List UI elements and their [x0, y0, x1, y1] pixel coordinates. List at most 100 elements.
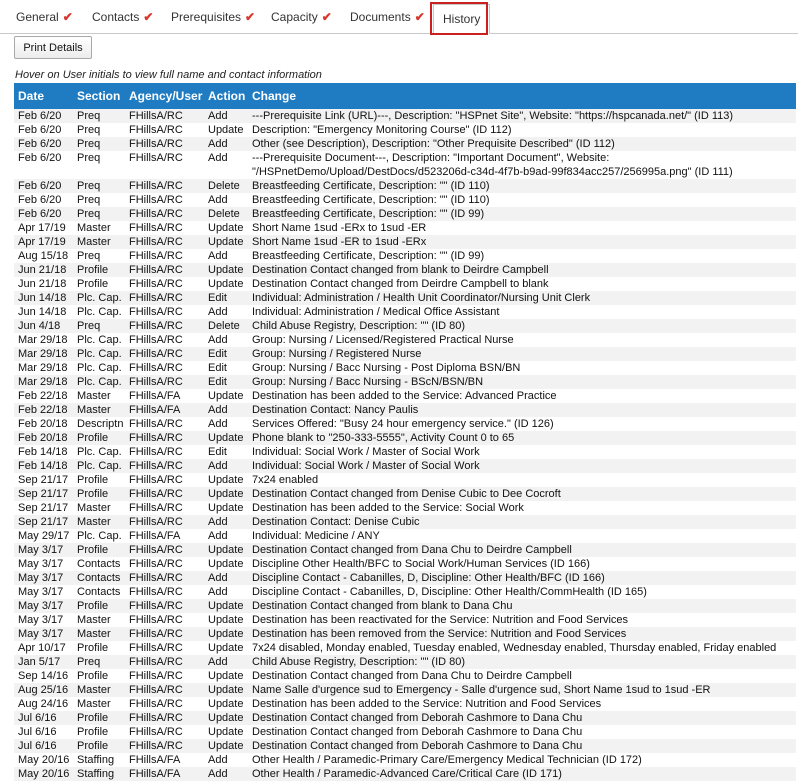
agency-user-cell[interactable]: FHillsA/RC — [125, 249, 204, 263]
agency-user-cell[interactable]: FHillsA/RC — [125, 179, 204, 193]
tab-bar: General ✔ Contacts ✔ Prerequisites ✔ Capaci… — [0, 0, 798, 34]
date-cell: May 20/16 — [14, 753, 73, 767]
table-row: May 3/17 Master FHillsA/RC Update Destinatio… — [14, 613, 796, 627]
agency-user-cell[interactable]: FHillsA/RC — [125, 235, 204, 249]
section-cell: Profile — [73, 641, 125, 655]
agency-user-cell[interactable]: FHillsA/RC — [125, 445, 204, 459]
agency-user-cell[interactable]: FHillsA/RC — [125, 613, 204, 627]
agency-user-cell[interactable]: FHillsA/RC — [125, 333, 204, 347]
date-cell: Jan 5/17 — [14, 655, 73, 669]
table-row: Feb 6/20 Preq FHillsA/RC Add ---Prerequisite… — [14, 151, 796, 179]
agency-user-cell[interactable]: FHillsA/RC — [125, 725, 204, 739]
section-cell: Master — [73, 389, 125, 403]
print-details-button[interactable]: Print Details — [14, 36, 92, 59]
agency-user-cell[interactable]: FHillsA/RC — [125, 655, 204, 669]
tab-prerequisites-label: Prerequisites — [171, 10, 242, 24]
agency-user-cell[interactable]: FHillsA/RC — [125, 347, 204, 361]
agency-user-cell[interactable]: FHillsA/RC — [125, 487, 204, 501]
agency-user-cell[interactable]: FHillsA/RC — [125, 739, 204, 753]
agency-user-cell[interactable]: FHillsA/RC — [125, 263, 204, 277]
table-row: Jul 6/16 Profile FHillsA/RC Update Destinati… — [14, 739, 796, 753]
table-row: Sep 21/17 Profile FHillsA/RC Update Destinat… — [14, 487, 796, 501]
tab-prerequisites[interactable]: Prerequisites ✔ — [171, 0, 255, 33]
section-cell: Plc. Cap. — [73, 361, 125, 375]
agency-user-cell[interactable]: FHillsA/RC — [125, 151, 204, 179]
change-cell: Group: Nursing / Registered Nurse — [248, 347, 796, 361]
section-cell: Master — [73, 613, 125, 627]
action-cell: Update — [204, 235, 248, 249]
action-cell: Update — [204, 431, 248, 445]
agency-user-cell[interactable]: FHillsA/RC — [125, 585, 204, 599]
change-cell: Destination Contact changed from blank t… — [248, 599, 796, 613]
change-cell: Breastfeeding Certificate, Description: … — [248, 207, 796, 221]
agency-user-cell[interactable]: FHillsA/RC — [125, 417, 204, 431]
agency-user-cell[interactable]: FHillsA/FA — [125, 529, 204, 543]
agency-user-cell[interactable]: FHillsA/RC — [125, 221, 204, 235]
agency-user-cell[interactable]: FHillsA/RC — [125, 109, 204, 123]
change-cell: ---Prerequisite Document---, Description… — [248, 151, 796, 179]
agency-user-cell[interactable]: FHillsA/RC — [125, 641, 204, 655]
agency-user-cell[interactable]: FHillsA/RC — [125, 599, 204, 613]
agency-user-cell[interactable]: FHillsA/RC — [125, 501, 204, 515]
agency-user-cell[interactable]: FHillsA/RC — [125, 543, 204, 557]
change-cell: Destination has been added to the Servic… — [248, 501, 796, 515]
tab-capacity[interactable]: Capacity ✔ — [271, 0, 332, 33]
agency-user-cell[interactable]: FHillsA/FA — [125, 767, 204, 781]
agency-user-cell[interactable]: FHillsA/RC — [125, 557, 204, 571]
column-header-change[interactable]: Change — [248, 83, 796, 109]
column-header-agency-user[interactable]: Agency/User — [125, 83, 204, 109]
date-cell: May 3/17 — [14, 557, 73, 571]
agency-user-cell[interactable]: FHillsA/RC — [125, 683, 204, 697]
date-cell: Jun 4/18 — [14, 319, 73, 333]
agency-user-cell[interactable]: FHillsA/RC — [125, 669, 204, 683]
tab-contacts[interactable]: Contacts ✔ — [92, 0, 153, 33]
date-cell: Aug 15/18 — [14, 249, 73, 263]
section-cell: Plc. Cap. — [73, 459, 125, 473]
agency-user-cell[interactable]: FHillsA/FA — [125, 753, 204, 767]
tab-history[interactable]: History — [433, 4, 491, 34]
tab-documents[interactable]: Documents ✔ — [350, 0, 425, 33]
column-header-date[interactable]: Date — [14, 83, 73, 109]
table-row: Mar 29/18 Plc. Cap. FHillsA/RC Add Group: Nu… — [14, 333, 796, 347]
agency-user-cell[interactable]: FHillsA/RC — [125, 431, 204, 445]
agency-user-cell[interactable]: FHillsA/RC — [125, 291, 204, 305]
section-cell: Descriptn — [73, 417, 125, 431]
agency-user-cell[interactable]: FHillsA/RC — [125, 123, 204, 137]
agency-user-cell[interactable]: FHillsA/RC — [125, 137, 204, 151]
agency-user-cell[interactable]: FHillsA/RC — [125, 375, 204, 389]
date-cell: May 3/17 — [14, 585, 73, 599]
section-cell: Preq — [73, 249, 125, 263]
action-cell: Add — [204, 193, 248, 207]
agency-user-cell[interactable]: FHillsA/RC — [125, 207, 204, 221]
agency-user-cell[interactable]: FHillsA/RC — [125, 697, 204, 711]
table-row: Feb 6/20 Preq FHillsA/RC Add Breastfeeding C… — [14, 193, 796, 207]
date-cell: Feb 6/20 — [14, 123, 73, 137]
table-row: Apr 17/19 Master FHillsA/RC Update Short Nam… — [14, 235, 796, 249]
agency-user-cell[interactable]: FHillsA/RC — [125, 305, 204, 319]
agency-user-cell[interactable]: FHillsA/RC — [125, 473, 204, 487]
date-cell: Mar 29/18 — [14, 361, 73, 375]
change-cell: Group: Nursing / Licensed/Registered Pra… — [248, 333, 796, 347]
agency-user-cell[interactable]: FHillsA/RC — [125, 571, 204, 585]
table-row: Sep 14/16 Profile FHillsA/RC Update Destinat… — [14, 669, 796, 683]
agency-user-cell[interactable]: FHillsA/RC — [125, 319, 204, 333]
agency-user-cell[interactable]: FHillsA/RC — [125, 277, 204, 291]
agency-user-cell[interactable]: FHillsA/FA — [125, 403, 204, 417]
agency-user-cell[interactable]: FHillsA/RC — [125, 361, 204, 375]
section-cell: Preq — [73, 109, 125, 123]
date-cell: Jul 6/16 — [14, 725, 73, 739]
agency-user-cell[interactable]: FHillsA/RC — [125, 627, 204, 641]
agency-user-cell[interactable]: FHillsA/RC — [125, 193, 204, 207]
agency-user-cell[interactable]: FHillsA/RC — [125, 515, 204, 529]
agency-user-cell[interactable]: FHillsA/RC — [125, 459, 204, 473]
column-header-action[interactable]: Action — [204, 83, 248, 109]
section-cell: Profile — [73, 431, 125, 445]
date-cell: Feb 20/18 — [14, 431, 73, 445]
change-cell: Other Health / Paramedic-Advanced Care/C… — [248, 767, 796, 781]
table-row: Feb 6/20 Preq FHillsA/RC Add ---Prerequisite… — [14, 109, 796, 123]
agency-user-cell[interactable]: FHillsA/RC — [125, 711, 204, 725]
agency-user-cell[interactable]: FHillsA/FA — [125, 389, 204, 403]
tab-general[interactable]: General ✔ — [16, 0, 73, 33]
column-header-section[interactable]: Section — [73, 83, 125, 109]
change-cell: Discipline Contact - Cabanilles, D, Disc… — [248, 585, 796, 599]
